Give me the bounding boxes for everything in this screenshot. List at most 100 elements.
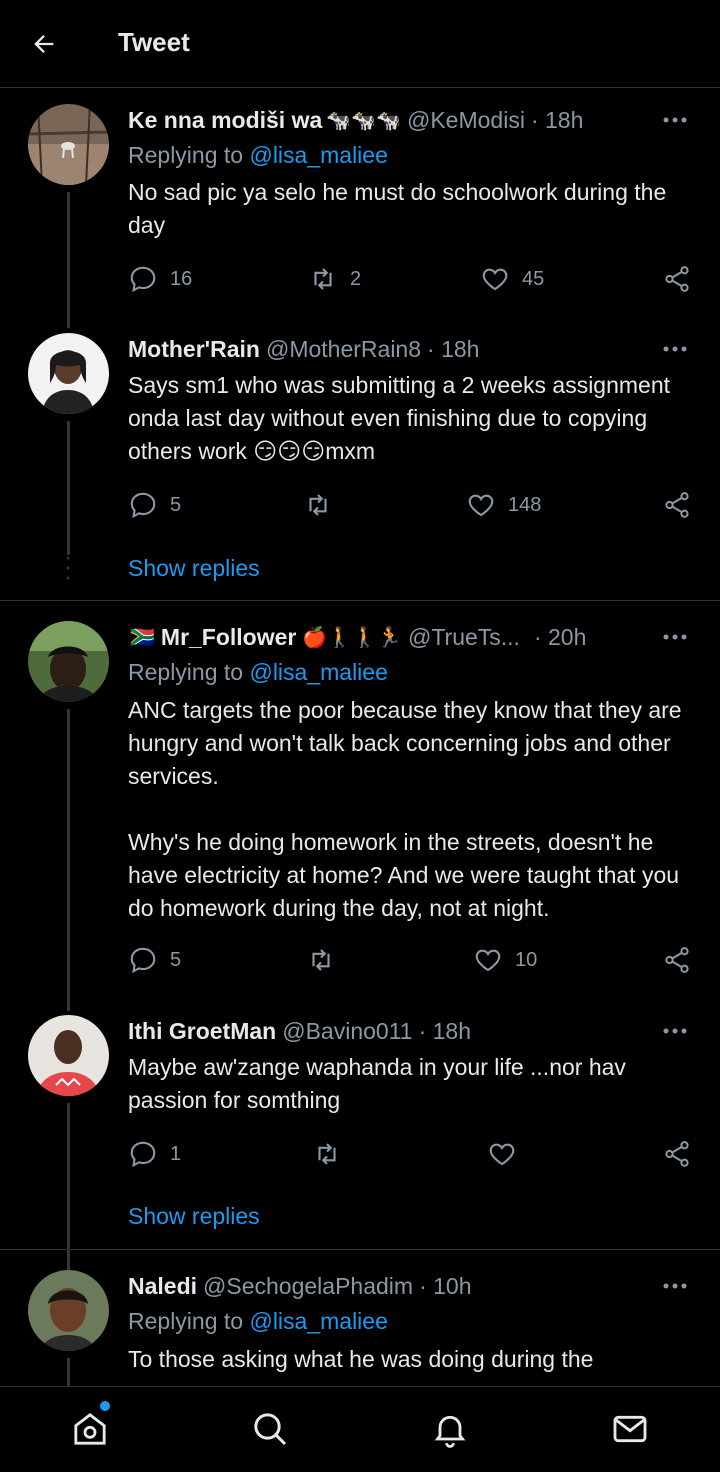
- more-horizontal-icon: [663, 117, 687, 123]
- more-horizontal-icon: [663, 1283, 687, 1289]
- like-button[interactable]: 10: [473, 942, 537, 978]
- replying-prefix: Replying to: [128, 1308, 244, 1334]
- replying-to: Replying to @lisa_maliee: [128, 1308, 388, 1335]
- tweet-text: To those asking what he was doing during…: [128, 1346, 594, 1372]
- tweet-actions: 1: [128, 1136, 698, 1172]
- replying-to: Replying to @lisa_maliee: [128, 659, 388, 686]
- avatar[interactable]: [28, 104, 109, 185]
- reply-bubble-icon: [130, 492, 156, 519]
- share-icon: [665, 266, 689, 292]
- mention-link[interactable]: @lisa_maliee: [249, 1308, 387, 1334]
- reply-button[interactable]: 5: [128, 487, 181, 523]
- like-count: 10: [515, 948, 538, 971]
- top-app-bar: Tweet: [0, 0, 720, 88]
- tweet-time: · 18h: [530, 106, 584, 133]
- thread-line: [67, 1103, 70, 1277]
- tweet-actions: 5 10: [128, 942, 698, 978]
- tweet-text: Maybe aw'zange waphanda in your life ...…: [128, 1054, 626, 1113]
- tweet-header: Ke nna modiši wa 🐄🐄🐄 @KeModisi · 18h: [128, 104, 583, 136]
- share-button[interactable]: [662, 1136, 692, 1172]
- retweet-button[interactable]: [306, 942, 336, 978]
- like-button[interactable]: [487, 1136, 517, 1172]
- mention-link[interactable]: @lisa_maliee: [249, 142, 387, 168]
- avatar[interactable]: [28, 333, 109, 414]
- thread-divider: [0, 1249, 720, 1250]
- heart-icon: [468, 494, 494, 517]
- retweet-button[interactable]: 2: [308, 261, 361, 297]
- tweet-header: Naledi @SechogelaPhadim · 10h: [128, 1270, 472, 1302]
- like-button[interactable]: 148: [466, 487, 541, 523]
- user-handle[interactable]: @MotherRain8: [266, 336, 421, 363]
- display-name[interactable]: Ithi GroetMan: [128, 1018, 276, 1045]
- bell-icon: [434, 1415, 466, 1448]
- reply-count: 5: [170, 493, 182, 516]
- name-emoji: 🐄🐄🐄: [326, 109, 401, 132]
- thread-divider: [0, 600, 720, 601]
- like-button[interactable]: 45: [480, 261, 544, 297]
- tweet-time: · 20h: [533, 623, 587, 650]
- more-options-button[interactable]: [660, 622, 690, 652]
- more-options-button[interactable]: [660, 1271, 690, 1301]
- reply-bubble-icon: [130, 947, 156, 974]
- nav-messages-button[interactable]: [606, 1405, 654, 1453]
- mention-link[interactable]: @lisa_maliee: [249, 659, 387, 685]
- display-name[interactable]: Mother'Rain: [128, 336, 260, 363]
- page-title: Tweet: [118, 27, 190, 57]
- retweet-button[interactable]: [303, 487, 333, 523]
- share-button[interactable]: [662, 942, 692, 978]
- more-options-button[interactable]: [660, 1016, 690, 1046]
- retweet-count: 2: [350, 267, 362, 290]
- user-handle[interactable]: @TrueTs...: [408, 624, 520, 651]
- reply-bubble-icon: [130, 1141, 156, 1168]
- user-handle[interactable]: @SechogelaPhadim: [203, 1273, 413, 1300]
- heart-icon: [482, 268, 508, 291]
- tweet-header: Mother'Rain @MotherRain8 · 18h: [128, 333, 479, 365]
- share-button[interactable]: [662, 487, 692, 523]
- share-icon: [665, 947, 689, 973]
- retweet-button[interactable]: [312, 1136, 342, 1172]
- reply-button[interactable]: 1: [128, 1136, 181, 1172]
- tweet-actions: 16 2 45: [128, 261, 698, 297]
- reply-count: 16: [170, 267, 193, 290]
- share-icon: [665, 492, 689, 518]
- show-replies-link[interactable]: Show replies: [128, 555, 260, 582]
- reply-bubble-icon: [130, 266, 156, 293]
- search-icon: [254, 1413, 287, 1446]
- display-name[interactable]: Naledi: [128, 1273, 197, 1300]
- like-count: 148: [508, 493, 542, 516]
- name-emoji: 🍎🚶🚶🏃: [302, 626, 402, 649]
- heart-icon: [475, 949, 501, 972]
- arrow-left-icon: [34, 35, 54, 53]
- reply-button[interactable]: 5: [128, 942, 181, 978]
- replying-prefix: Replying to: [128, 659, 244, 685]
- more-horizontal-icon: [663, 1028, 687, 1034]
- display-name[interactable]: Ke nna modiši wa: [128, 107, 322, 134]
- unread-dot: [100, 1401, 110, 1411]
- reply-button[interactable]: 16: [128, 261, 192, 297]
- reply-feed[interactable]: Ke nna modiši wa 🐄🐄🐄 @KeModisi · 18h Rep…: [0, 88, 720, 1386]
- thread-dots: [66, 1203, 70, 1238]
- show-replies-link[interactable]: Show replies: [128, 1203, 260, 1230]
- share-icon: [665, 1141, 689, 1167]
- share-button[interactable]: [662, 261, 692, 297]
- avatar[interactable]: [28, 621, 109, 702]
- reply-count: 1: [170, 1142, 182, 1165]
- tweet-header: 🇿🇦 Mr_Follower 🍎🚶🚶🏃 @TrueTs... · 20h: [128, 621, 586, 653]
- tweet-time: · 18h: [427, 335, 480, 362]
- reply-count: 5: [170, 948, 182, 971]
- avatar[interactable]: [28, 1015, 109, 1096]
- heart-icon: [489, 1143, 515, 1166]
- more-options-button[interactable]: [660, 334, 690, 364]
- user-handle[interactable]: @Bavino011: [282, 1018, 412, 1045]
- more-options-button[interactable]: [660, 105, 690, 135]
- nav-search-button[interactable]: [246, 1405, 294, 1453]
- nav-home-button[interactable]: [66, 1401, 114, 1453]
- nav-notifications-button[interactable]: [426, 1405, 474, 1453]
- tweet-text: ANC targets the poor because they know t…: [128, 697, 682, 921]
- back-button[interactable]: [24, 26, 64, 62]
- user-handle[interactable]: @KeModisi: [407, 107, 525, 134]
- retweet-icon: [314, 268, 332, 290]
- display-name[interactable]: Mr_Follower: [161, 624, 296, 651]
- thread-line: [67, 709, 70, 1011]
- avatar[interactable]: [28, 1270, 109, 1351]
